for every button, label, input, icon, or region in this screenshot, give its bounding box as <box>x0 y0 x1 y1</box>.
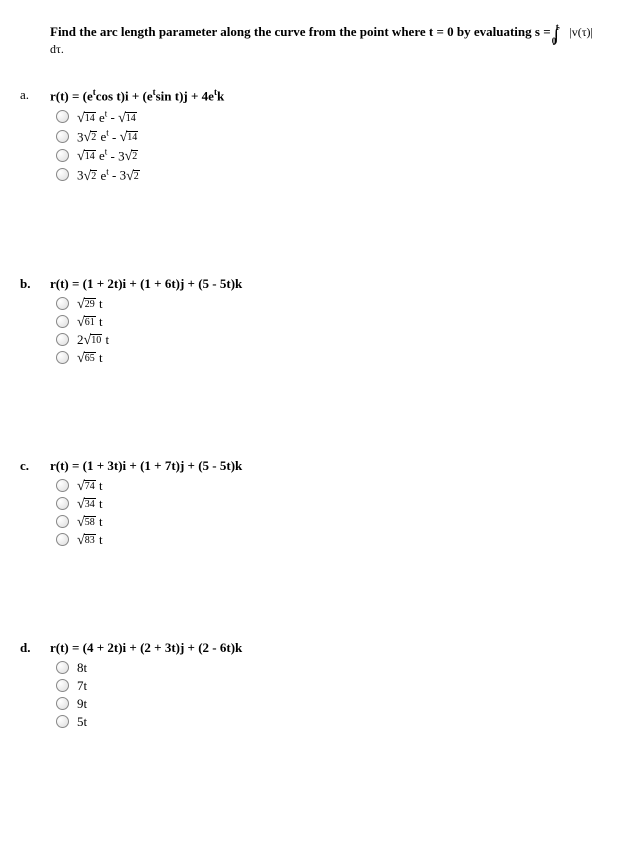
integral-upper: t <box>556 22 559 32</box>
radio-button[interactable] <box>56 497 69 510</box>
question-body: r(t) = (etcos t)i + (etsin t)j + 4etk √14… <box>50 87 224 186</box>
option-text: √14 et - 3√2 <box>77 147 138 164</box>
question-body: r(t) = (1 + 3t)i + (1 + 7t)j + (5 - 5t)k… <box>50 458 242 550</box>
option[interactable]: 5t <box>56 714 242 730</box>
option[interactable]: 3√2 et - 3√2 <box>56 166 224 183</box>
option-text: √83 t <box>77 532 103 548</box>
option-text: √65 t <box>77 350 103 366</box>
radio-button[interactable] <box>56 661 69 674</box>
question-body: r(t) = (4 + 2t)i + (2 + 3t)j + (2 - 6t)k… <box>50 640 242 732</box>
option-text: √14 et - √14 <box>77 108 137 125</box>
option[interactable]: √34 t <box>56 496 242 512</box>
radio-button[interactable] <box>56 515 69 528</box>
question-c: c. r(t) = (1 + 3t)i + (1 + 7t)j + (5 - 5t… <box>20 458 607 550</box>
option-text: 5t <box>77 714 87 730</box>
question-label: c. <box>20 458 40 474</box>
radio-button[interactable] <box>56 333 69 346</box>
option-text: 8t <box>77 660 87 676</box>
option[interactable]: √14 et - 3√2 <box>56 147 224 164</box>
option[interactable]: √74 t <box>56 478 242 494</box>
radio-button[interactable] <box>56 351 69 364</box>
radio-button[interactable] <box>56 297 69 310</box>
option[interactable]: √65 t <box>56 350 242 366</box>
option-text: 3√2 et - 3√2 <box>77 166 140 183</box>
option[interactable]: √83 t <box>56 532 242 548</box>
question-stem: r(t) = (etcos t)i + (etsin t)j + 4etk <box>50 87 224 104</box>
option-text: √29 t <box>77 296 103 312</box>
radio-button[interactable] <box>56 679 69 692</box>
option-text: √34 t <box>77 496 103 512</box>
radio-button[interactable] <box>56 533 69 546</box>
option-text: √58 t <box>77 514 103 530</box>
option-text: 7t <box>77 678 87 694</box>
option[interactable]: 3√2 et - √14 <box>56 128 224 145</box>
option-text: √61 t <box>77 314 103 330</box>
option-text: √74 t <box>77 478 103 494</box>
option[interactable]: √14 et - √14 <box>56 108 224 125</box>
question-stem: r(t) = (1 + 2t)i + (1 + 6t)j + (5 - 5t)k <box>50 276 242 292</box>
option-text: 9t <box>77 696 87 712</box>
question-b: b. r(t) = (1 + 2t)i + (1 + 6t)j + (5 - 5t… <box>20 276 607 368</box>
question-a: a. r(t) = (etcos t)i + (etsin t)j + 4etk √… <box>20 87 607 186</box>
option-text: 2√10 t <box>77 332 109 348</box>
prompt: Find the arc length parameter along the … <box>50 20 607 57</box>
question-stem: r(t) = (1 + 3t)i + (1 + 7t)j + (5 - 5t)k <box>50 458 242 474</box>
radio-button[interactable] <box>56 168 69 181</box>
radio-button[interactable] <box>56 479 69 492</box>
option[interactable]: √29 t <box>56 296 242 312</box>
radio-button[interactable] <box>56 110 69 123</box>
radio-button[interactable] <box>56 130 69 143</box>
option-text: 3√2 et - √14 <box>77 128 138 145</box>
option[interactable]: 9t <box>56 696 242 712</box>
option[interactable]: 7t <box>56 678 242 694</box>
option[interactable]: 8t <box>56 660 242 676</box>
question-body: r(t) = (1 + 2t)i + (1 + 6t)j + (5 - 5t)k… <box>50 276 242 368</box>
option[interactable]: √58 t <box>56 514 242 530</box>
question-stem: r(t) = (4 + 2t)i + (2 + 3t)j + (2 - 6t)k <box>50 640 242 656</box>
radio-button[interactable] <box>56 715 69 728</box>
integral-lower: 0 <box>552 36 557 46</box>
question-label: d. <box>20 640 40 656</box>
prompt-text-before: Find the arc length parameter along the … <box>50 24 554 39</box>
radio-button[interactable] <box>56 149 69 162</box>
question-label: b. <box>20 276 40 292</box>
question-label: a. <box>20 87 40 103</box>
question-d: d. r(t) = (4 + 2t)i + (2 + 3t)j + (2 - 6t… <box>20 640 607 732</box>
option[interactable]: √61 t <box>56 314 242 330</box>
option[interactable]: 2√10 t <box>56 332 242 348</box>
radio-button[interactable] <box>56 697 69 710</box>
radio-button[interactable] <box>56 315 69 328</box>
